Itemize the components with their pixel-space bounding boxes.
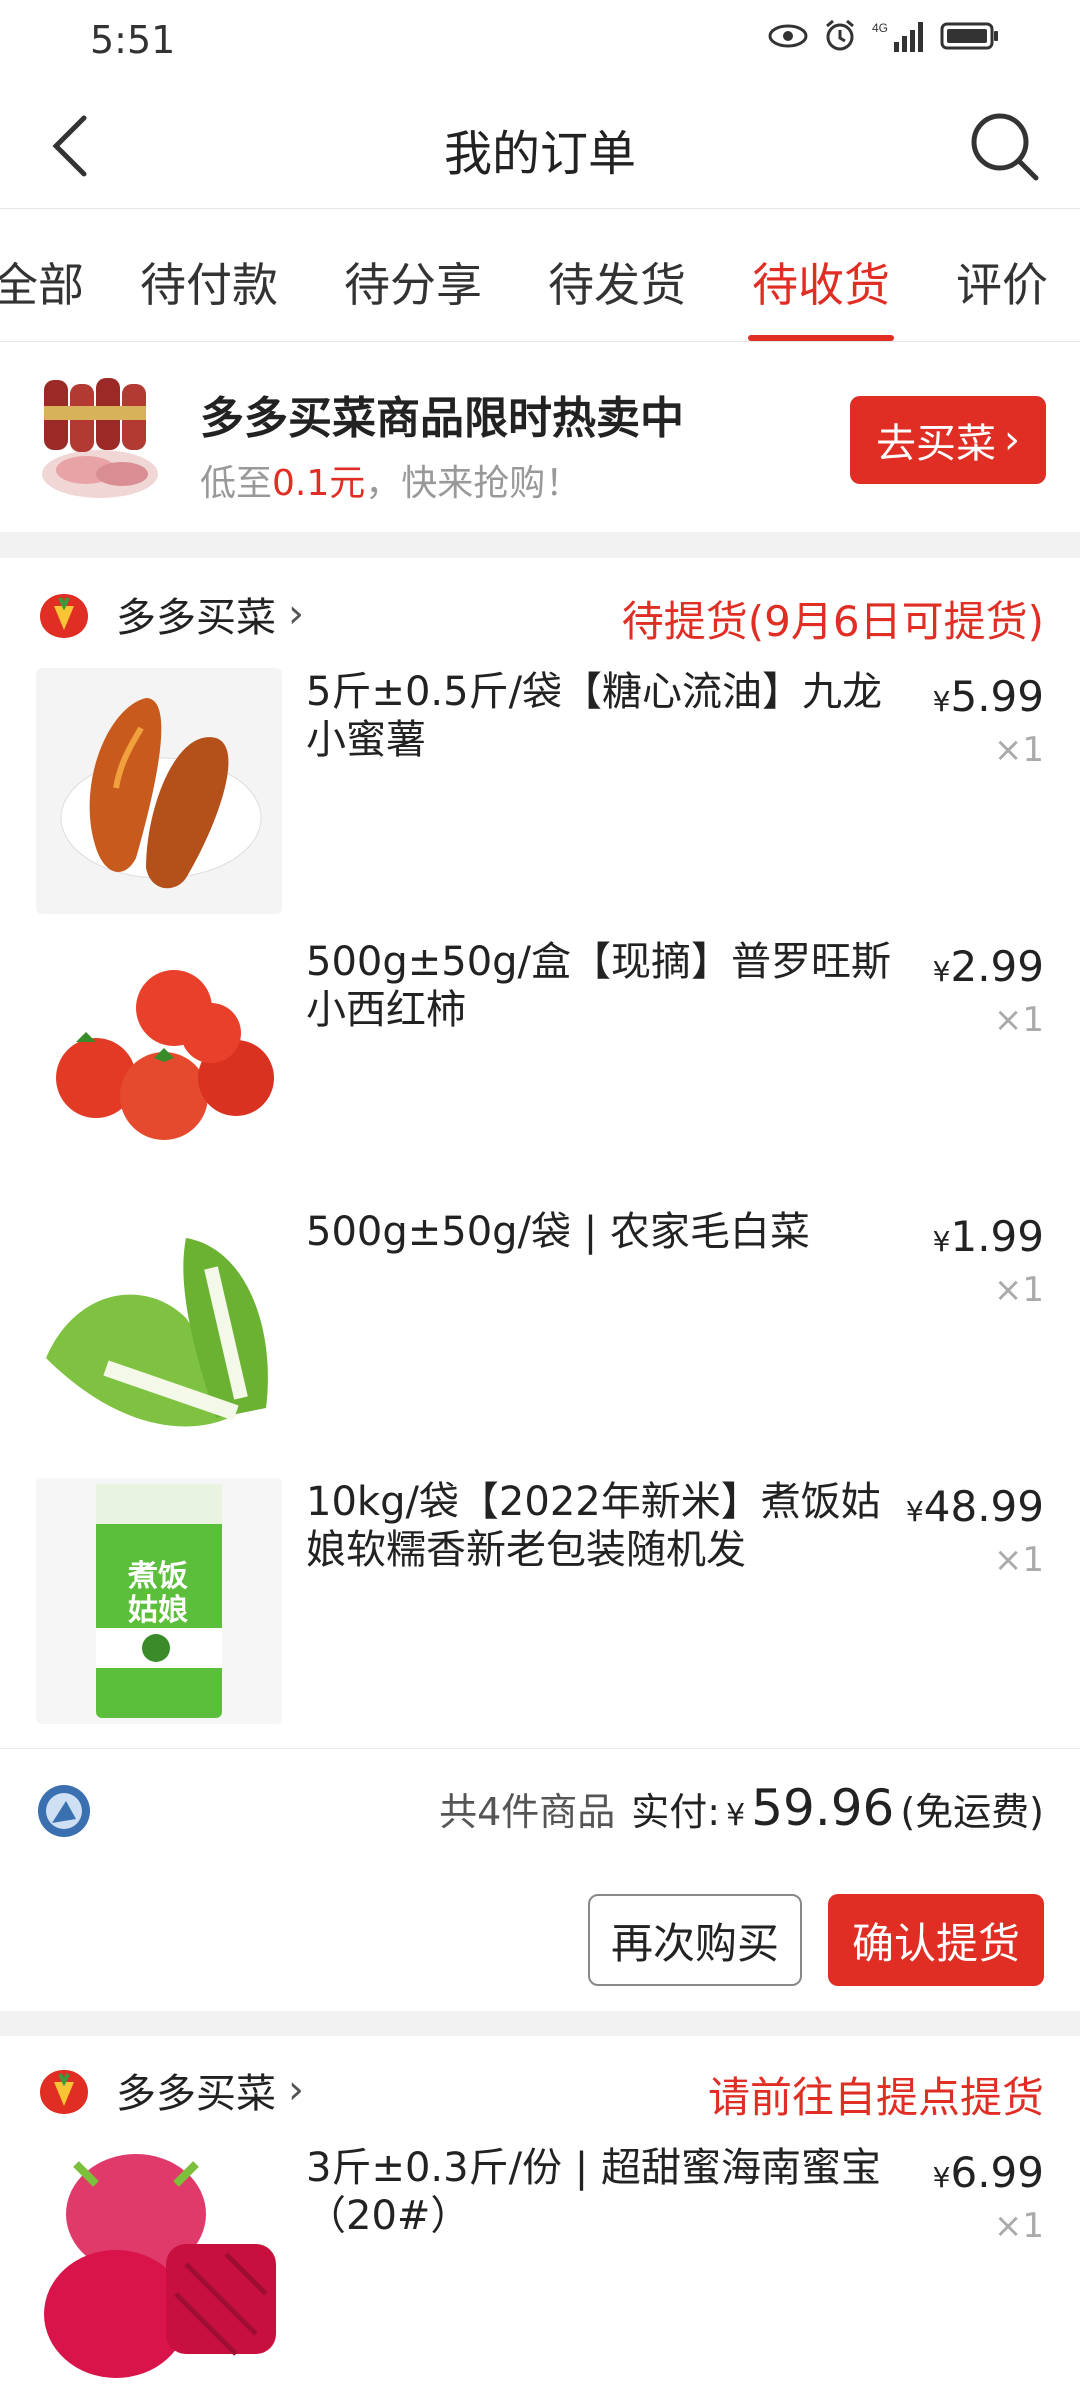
item-image-dragon-fruit [36, 2144, 282, 2390]
rebuy-button[interactable]: 再次购买 [588, 1894, 802, 1986]
promo-sub-prefix: 低至 [200, 463, 273, 504]
item-qty: ×1 [993, 1000, 1044, 1040]
order-item[interactable]: 5斤±0.5斤/袋【糖心流油】九龙小蜜薯 ¥5.99 ×1 [0, 668, 1080, 914]
confirm-pickup-button[interactable]: 确认提货 [828, 1894, 1044, 1986]
item-price-value: 1.99 [950, 1212, 1044, 1261]
avatar [38, 1785, 90, 1837]
tab-pending-share[interactable]: 待分享 [344, 249, 482, 315]
item-qty: ×1 [993, 1270, 1044, 1310]
order-actions: 再次购买 确认提货 [0, 1869, 1080, 2011]
store-name: 多多买菜 [116, 2071, 276, 2117]
item-qty: ×1 [993, 1540, 1044, 1580]
promo-subtitle: 低至0.1元，快来抢购！ [200, 454, 581, 506]
search-icon[interactable] [964, 106, 1044, 186]
order-item[interactable]: 3斤±0.3斤/份 | 超甜蜜海南蜜宝（20#） ¥6.99 ×1 [0, 2144, 1080, 2390]
chevron-right-icon: › [1004, 417, 1020, 463]
item-price: ¥5.99 [933, 672, 1044, 721]
tab-all[interactable]: 全部 [0, 249, 84, 315]
paid-label: 实付: [631, 1790, 721, 1834]
store-logo-icon [34, 2060, 94, 2120]
currency-symbol: ¥ [932, 955, 951, 988]
order-card: 多多买菜 › 待提货(9月6日可提货) 5斤±0.5斤/袋【糖心流油】九龙小蜜薯… [0, 558, 1080, 1748]
store-logo-icon [34, 584, 94, 644]
eye-icon [768, 24, 808, 48]
currency-symbol: ¥ [905, 1495, 924, 1528]
order-card: 多多买菜 › 请前往自提点提货 3斤±0.3斤/份 | 超甜蜜海南蜜宝（20#）… [0, 2036, 1080, 2400]
promo-sub-suffix: ，快来抢购！ [365, 463, 582, 504]
item-price: ¥6.99 [933, 2148, 1044, 2197]
rice-bag-label-line1: 煮饭 [128, 1560, 188, 1593]
order-item[interactable]: 500g±50g/盒【现摘】普罗旺斯小西红柿 ¥2.99 ×1 [0, 938, 1080, 1184]
order-item[interactable]: 500g±50g/袋 | 农家毛白菜 ¥1.99 ×1 [0, 1208, 1080, 1454]
order-status: 待提货(9月6日可提货) [621, 597, 1044, 646]
active-tab-indicator [748, 335, 894, 341]
order-summary: 共4件商品 实付: ¥ 59.96 (免运费) [0, 1748, 1080, 1870]
item-price-value: 5.99 [950, 672, 1044, 721]
status-icons: 4G [768, 18, 1000, 54]
currency-symbol: ¥ [932, 685, 951, 718]
rice-bag-label-line2: 姑娘 [128, 1594, 188, 1627]
order-tabs: 全部 待付款 待分享 待发货 待收货 评价 [0, 209, 1080, 342]
shipping-note: (免运费) [900, 1790, 1044, 1834]
store-name: 多多买菜 [116, 595, 276, 641]
item-price: ¥1.99 [933, 1212, 1044, 1261]
promo-banner[interactable]: 多多买菜商品限时热卖中 低至0.1元，快来抢购！ 去买菜 › [0, 342, 1080, 532]
item-price-value: 2.99 [950, 942, 1044, 991]
promo-sub-price: 0.1元 [272, 463, 366, 504]
page-title: 我的订单 [443, 126, 636, 182]
item-price-value: 6.99 [950, 2148, 1044, 2197]
chevron-right-icon: › [288, 2067, 304, 2113]
alarm-icon [826, 19, 854, 51]
store-header[interactable]: 多多买菜 › [34, 2060, 304, 2120]
store-header[interactable]: 多多买菜 › [34, 584, 304, 644]
battery-icon [940, 22, 998, 50]
currency-symbol: ¥ [932, 2161, 951, 2194]
item-image-tomato [36, 938, 282, 1184]
tab-pending-receipt[interactable]: 待收货 [752, 249, 890, 315]
item-name: 500g±50g/盒【现摘】普罗旺斯小西红柿 [306, 939, 892, 1033]
chevron-right-icon: › [288, 591, 304, 637]
item-name: 10kg/袋【2022年新米】煮饭姑娘软糯香新老包装随机发 [306, 1479, 881, 1573]
tab-pending-shipment[interactable]: 待发货 [548, 249, 686, 315]
status-bar: 5:51 4G [0, 0, 1080, 80]
item-price-value: 48.99 [923, 1482, 1044, 1531]
item-name: 500g±50g/袋 | 农家毛白菜 [306, 1209, 810, 1255]
item-count: 共4件商品 [439, 1790, 616, 1834]
promo-title: 多多买菜商品限时热卖中 [200, 393, 684, 444]
item-image-sweet-potato [36, 668, 282, 914]
summary-text: 共4件商品 实付: ¥ 59.96 (免运费) [439, 1779, 1044, 1837]
tab-pending-payment[interactable]: 待付款 [140, 249, 278, 315]
item-price: ¥2.99 [933, 942, 1044, 991]
currency-symbol: ¥ [932, 1225, 951, 1258]
item-name: 3斤±0.3斤/份 | 超甜蜜海南蜜宝（20#） [306, 2145, 881, 2239]
signal-4g-icon: 4G [872, 21, 923, 52]
paid-amount: 59.96 [751, 1779, 895, 1837]
promo-sausage-image [42, 378, 158, 498]
item-qty: ×1 [993, 2206, 1044, 2246]
item-qty: ×1 [993, 730, 1044, 770]
item-name: 5斤±0.5斤/袋【糖心流油】九龙小蜜薯 [306, 669, 883, 763]
order-status: 请前往自提点提货 [707, 2073, 1044, 2122]
go-shopping-label: 去买菜 [876, 421, 996, 467]
item-image-cabbage [36, 1208, 282, 1454]
rice-bag-label: 煮饭 姑娘 [108, 1560, 208, 1628]
order-item[interactable]: 煮饭 姑娘 10kg/袋【2022年新米】煮饭姑娘软糯香新老包装随机发 ¥48.9… [0, 1478, 1080, 1724]
item-image-rice-bag: 煮饭 姑娘 [36, 1478, 282, 1724]
header: 我的订单 [0, 80, 1080, 209]
status-time: 5:51 [90, 18, 176, 62]
svg-text:4G: 4G [872, 21, 888, 35]
go-shopping-button[interactable]: 去买菜 › [850, 396, 1046, 484]
currency-symbol: ¥ [726, 1798, 746, 1833]
tab-review[interactable]: 评价 [956, 249, 1048, 315]
item-price: ¥48.99 [906, 1482, 1044, 1531]
